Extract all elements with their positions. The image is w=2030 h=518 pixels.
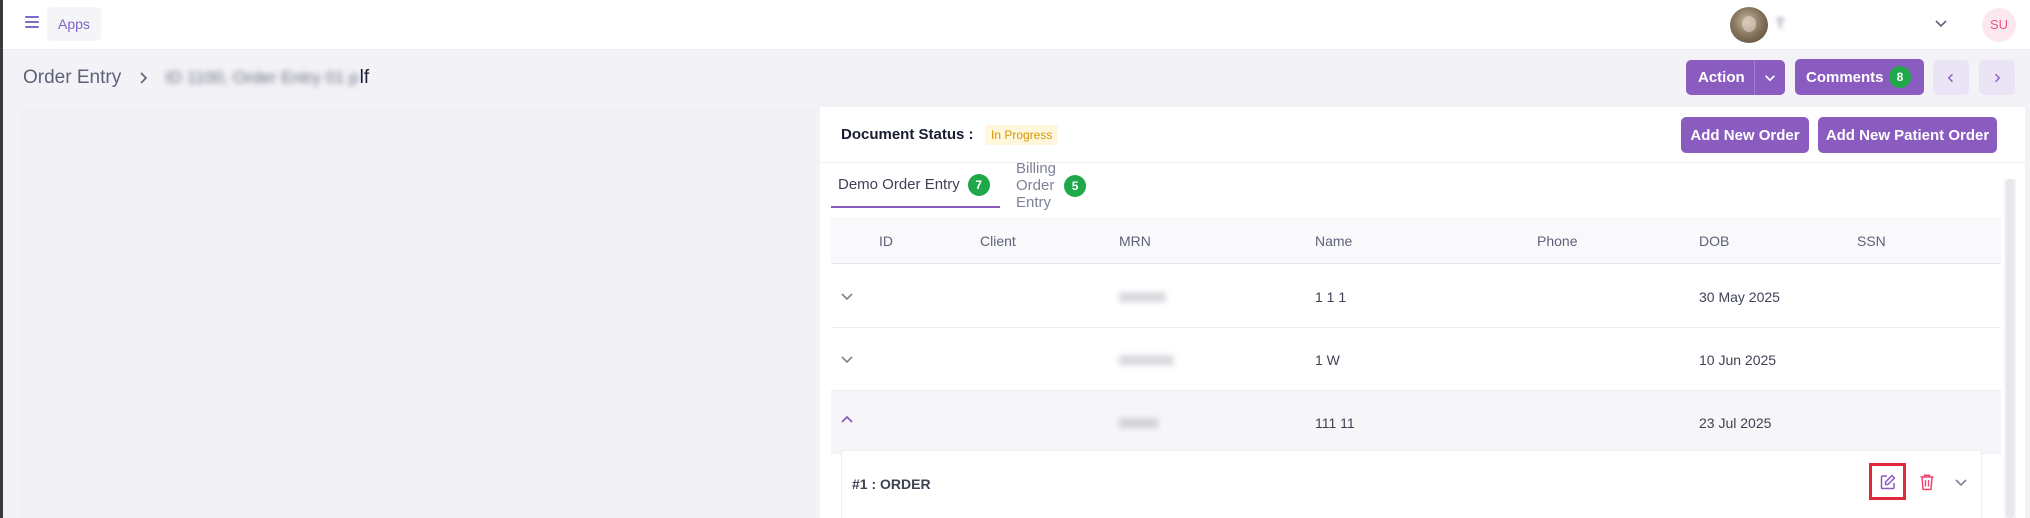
tab-billing-order-entry[interactable]: Billing Order Entry 5 — [1016, 160, 1087, 211]
chevron-right-icon — [1995, 73, 2001, 82]
cell-dob: 30 May 2025 — [1699, 289, 1780, 305]
tab-count-badge: 7 — [967, 173, 990, 196]
column-header-name[interactable]: Name — [1315, 233, 1352, 249]
column-header-client[interactable]: Client — [980, 233, 1016, 249]
action-label: Action — [1698, 69, 1745, 86]
cell-dob: 23 Jul 2025 — [1699, 415, 1772, 431]
order-entry-panel: Document Status : In Progress Add New Or… — [820, 107, 2025, 518]
chevron-left-icon — [1947, 73, 1953, 82]
menu-icon[interactable] — [25, 16, 39, 28]
column-header-id[interactable]: ID — [879, 233, 893, 249]
cell-name: 111 11 — [1315, 415, 1355, 431]
cell-name: 1 W — [1315, 352, 1340, 368]
cell-name: 1 1 1 — [1315, 289, 1347, 305]
user-name[interactable]: T — [1776, 15, 1926, 33]
cell-mrn: 000000 — [1119, 289, 1166, 305]
chevron-up-icon[interactable] — [838, 411, 856, 429]
tab-label: Billing Order Entry — [1016, 160, 1057, 211]
tab-demo-order-entry[interactable]: Demo Order Entry 7 — [831, 163, 1000, 208]
breadcrumb-current-tail: lf — [359, 67, 370, 88]
breadcrumb: Order Entry ID 1100, Order Entry 01 p lf — [23, 66, 369, 90]
scrollbar-thumb[interactable] — [2006, 179, 2014, 518]
chevron-right-icon — [140, 72, 148, 84]
document-status-header: Document Status : In Progress Add New Or… — [820, 107, 2025, 163]
action-button[interactable]: Action — [1686, 60, 1785, 95]
table-row[interactable]: 0000000 1 W 10 Jun 2025 — [831, 328, 2001, 391]
tab-count-badge: 5 — [1064, 174, 1087, 197]
column-header-ssn[interactable]: SSN — [1857, 233, 1886, 249]
chevron-down-icon[interactable] — [1754, 60, 1785, 95]
edit-icon — [1880, 474, 1895, 489]
scrollbar[interactable] — [2004, 179, 2016, 518]
cell-mrn: 0000000 — [1119, 352, 1174, 368]
breadcrumb-root[interactable]: Order Entry — [23, 67, 121, 89]
chevron-down-icon[interactable] — [838, 350, 856, 368]
next-button[interactable] — [1979, 60, 2015, 95]
top-bar: Apps T SU — [3, 0, 2030, 50]
chevron-down-icon[interactable] — [838, 287, 856, 305]
window-edge — [0, 0, 3, 518]
document-status-label: Document Status : — [841, 126, 974, 143]
breadcrumb-current: ID 1100, Order Entry 01 p — [165, 68, 359, 87]
cell-mrn: 00000 — [1119, 415, 1158, 431]
column-header-phone[interactable]: Phone — [1537, 233, 1577, 249]
delete-order-button[interactable] — [1914, 469, 1940, 495]
table-row[interactable]: 000000 1 1 1 30 May 2025 — [831, 265, 2001, 328]
comments-label: Comments — [1806, 68, 1884, 86]
add-new-order-button[interactable]: Add New Order — [1681, 117, 1809, 153]
column-header-mrn[interactable]: MRN — [1119, 233, 1151, 249]
trash-icon — [1920, 474, 1934, 491]
table-row-expanded[interactable]: 00000 111 11 23 Jul 2025 — [831, 391, 2001, 454]
order-card: #1 : ORDER — [841, 450, 1982, 518]
edit-order-button[interactable] — [1869, 463, 1906, 500]
apps-button[interactable]: Apps — [47, 7, 101, 41]
order-title: #1 : ORDER — [852, 476, 931, 492]
status-badge: In Progress — [985, 125, 1059, 145]
document-preview-panel — [22, 107, 816, 518]
comments-count-badge: 8 — [1889, 66, 1911, 88]
user-initials-avatar[interactable]: SU — [1982, 8, 2016, 42]
chevron-down-icon[interactable] — [1933, 15, 1949, 31]
table-header: ID Client MRN Name Phone DOB SSN — [831, 217, 2001, 264]
user-avatar[interactable] — [1730, 7, 1768, 43]
comments-button[interactable]: Comments 8 — [1795, 59, 1924, 95]
column-header-dob[interactable]: DOB — [1699, 233, 1729, 249]
previous-button[interactable] — [1933, 60, 1969, 95]
chevron-down-icon[interactable] — [1951, 472, 1971, 492]
tab-label: Demo Order Entry — [838, 176, 960, 193]
add-new-patient-order-button[interactable]: Add New Patient Order — [1818, 117, 1997, 153]
cell-dob: 10 Jun 2025 — [1699, 352, 1777, 368]
